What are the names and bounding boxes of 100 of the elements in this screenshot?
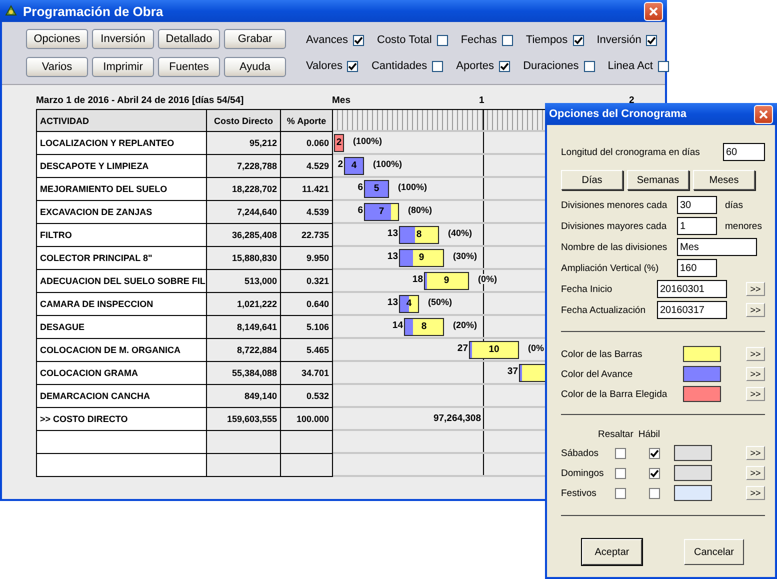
color-swatch[interactable]: [674, 445, 712, 461]
activity-cell: DEMARCACION CANCHA: [37, 385, 207, 408]
browse-button[interactable]: >>: [746, 446, 765, 460]
toolbar-button[interactable]: Ayuda: [224, 57, 286, 77]
activity-cell: FILTRO: [37, 224, 207, 247]
cost-cell: 95,212: [207, 132, 281, 155]
activity-cell: COLOCACION GRAMA: [37, 362, 207, 385]
task-bar[interactable]: 7: [364, 203, 399, 221]
toolbar-button[interactable]: Varios: [26, 57, 88, 77]
task-bar[interactable]: 4: [399, 295, 419, 313]
share-cell: 11.421: [281, 178, 333, 201]
scale-button[interactable]: Meses: [693, 170, 755, 190]
input-field[interactable]: 20160301: [657, 280, 727, 298]
check-icon: [574, 36, 583, 44]
input-field[interactable]: 20160317: [657, 301, 727, 319]
toolbar-button[interactable]: Imprimir: [92, 57, 154, 77]
browse-button[interactable]: >>: [746, 303, 765, 317]
checkbox[interactable]: [646, 34, 658, 46]
checkbox[interactable]: [347, 60, 358, 72]
checkbox[interactable]: [499, 60, 510, 72]
checkbox[interactable]: [502, 34, 513, 46]
task-bar[interactable]: 2: [334, 134, 344, 152]
check-icon: [650, 468, 659, 478]
task-bar[interactable]: 9: [399, 249, 444, 267]
input-field[interactable]: 160: [677, 259, 717, 277]
color-swatch[interactable]: [674, 465, 712, 481]
input-field[interactable]: 1: [677, 217, 717, 235]
browse-button[interactable]: >>: [746, 387, 765, 401]
checkbox[interactable]: [436, 34, 448, 46]
input-field[interactable]: 30: [677, 196, 717, 214]
checkbox[interactable]: [353, 34, 364, 46]
toolbar-button[interactable]: Inversión: [92, 29, 154, 49]
browse-button[interactable]: >>: [746, 347, 765, 361]
activity-cell: COLECTOR PRINCIPAL 8": [37, 247, 207, 270]
total-amount: 97,264,308: [433, 413, 481, 424]
task-bar[interactable]: 9: [424, 272, 469, 290]
toolbar-button[interactable]: Grabar: [224, 29, 286, 49]
browse-button[interactable]: >>: [746, 486, 765, 500]
cost-cell: 36,285,408: [207, 224, 281, 247]
toolbar-button[interactable]: Detallado: [158, 29, 220, 49]
option-label: Avances: [306, 34, 348, 46]
progress-label: (20%): [452, 320, 478, 330]
cost-cell: 8,149,641: [207, 316, 281, 339]
checkbox[interactable]: [584, 60, 595, 72]
column-header: ACTIVIDAD: [37, 110, 207, 132]
checkbox[interactable]: [658, 60, 669, 72]
option-label: Inversión: [596, 34, 642, 46]
checkbox[interactable]: [615, 468, 626, 478]
checkbox[interactable]: [572, 34, 584, 46]
color-swatch[interactable]: [683, 346, 721, 362]
browse-button[interactable]: >>: [746, 282, 765, 296]
option-label: Duraciones: [523, 60, 579, 72]
checkbox[interactable]: [649, 448, 660, 458]
browse-button[interactable]: >>: [746, 466, 765, 480]
checkbox[interactable]: [649, 488, 660, 498]
share-cell: 9.950: [281, 247, 333, 270]
share-cell: 5.465: [281, 339, 333, 362]
toolbar-button[interactable]: Fuentes: [158, 57, 220, 77]
close-button[interactable]: [754, 104, 773, 124]
checkbox[interactable]: [615, 448, 626, 458]
input-field[interactable]: 60: [723, 143, 765, 161]
field-label: Longitud del cronograma en días: [561, 146, 701, 158]
option-label: Fechas: [460, 34, 497, 46]
start-day: 13: [387, 228, 399, 239]
task-bar[interactable]: 10: [469, 341, 519, 359]
color-swatch[interactable]: [683, 386, 721, 402]
close-button[interactable]: [644, 2, 663, 20]
progress-label: (0%): [477, 274, 498, 284]
color-swatch[interactable]: [683, 366, 721, 382]
toolbar-button[interactable]: Opciones: [26, 29, 88, 49]
scale-button[interactable]: Días: [561, 170, 623, 190]
start-day: 27: [457, 343, 469, 354]
input-field[interactable]: Mes: [677, 238, 757, 256]
task-bar[interactable]: 8: [399, 226, 439, 244]
share-cell: [281, 431, 333, 454]
progress-label: (30%): [452, 251, 478, 261]
start-day: 14: [392, 320, 404, 331]
start-day: 6: [358, 182, 364, 193]
checkbox[interactable]: [615, 488, 626, 498]
dialog-button[interactable]: Aceptar: [582, 539, 642, 565]
check-icon: [348, 62, 358, 70]
app-icon: [4, 4, 18, 18]
share-cell: 22.735: [281, 224, 333, 247]
color-swatch[interactable]: [674, 485, 712, 501]
checkbox[interactable]: [649, 468, 660, 478]
activity-cell: DESCAPOTE Y LIMPIEZA: [37, 155, 207, 178]
option-label: Aportes: [456, 60, 494, 72]
check-icon: [500, 62, 510, 70]
progress-label: (40%): [447, 228, 474, 238]
browse-button[interactable]: >>: [746, 367, 765, 381]
task-bar[interactable]: 4: [344, 157, 364, 175]
start-day: 2: [338, 159, 344, 170]
task-bar[interactable]: 5: [364, 180, 389, 198]
share-cell: 0.321: [281, 270, 333, 293]
checkbox[interactable]: [432, 60, 444, 72]
cost-cell: 7,244,640: [207, 201, 281, 224]
dialog-button[interactable]: Cancelar: [684, 539, 744, 565]
task-bar[interactable]: 8: [404, 318, 444, 336]
color-label: Color de las Barras: [561, 348, 644, 360]
scale-button[interactable]: Semanas: [627, 170, 689, 190]
